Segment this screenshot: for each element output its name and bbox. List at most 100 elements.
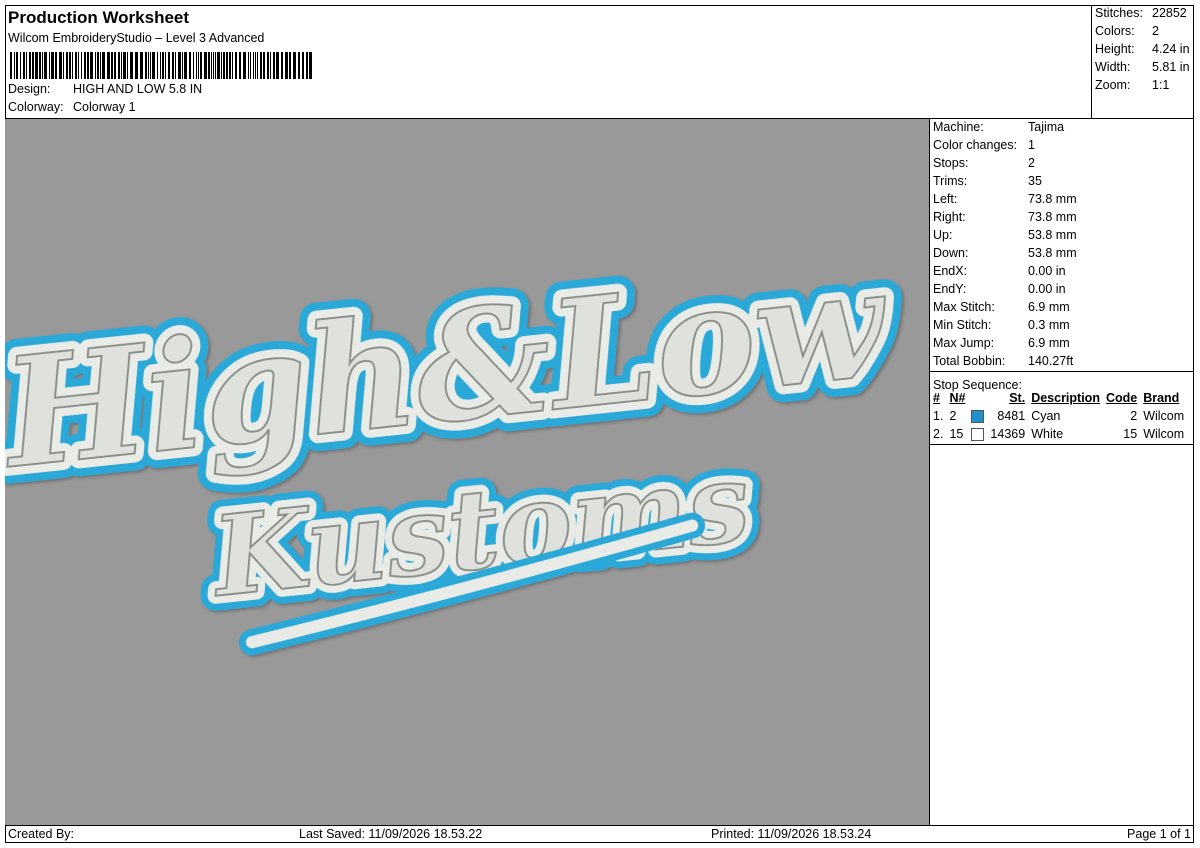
row-description: White <box>1031 427 1064 441</box>
stats-box: Stitches: 22852 Colors: 2 Height: 4.24 in W… <box>1092 5 1194 119</box>
stat-value: 5.81 in <box>1152 60 1190 74</box>
barcode <box>10 52 312 79</box>
col-code: Code <box>1105 391 1138 405</box>
info-endy: EndY: 0.00 in <box>933 282 1066 296</box>
info-endx: EndX: 0.00 in <box>933 264 1066 278</box>
colorway-value: Colorway 1 <box>73 100 136 114</box>
info-value: 53.8 mm <box>1028 246 1077 260</box>
info-label: Machine: <box>933 120 984 134</box>
worksheet-footer: Created By: Last Saved: 11/09/2026 18.53… <box>5 825 1194 843</box>
table-row: 2. 15 14369 White 15 Wilcom <box>930 425 1187 443</box>
info-value: 0.00 in <box>1028 282 1066 296</box>
stop-sequence-table: # N# St. Description Code Brand 1. 2 848… <box>930 389 1187 443</box>
info-label: EndY: <box>933 282 967 296</box>
design-row: Design: HIGH AND LOW 5.8 IN <box>8 82 202 96</box>
row-stitches: 14369 <box>990 427 1026 441</box>
stat-label: Height: <box>1095 42 1135 56</box>
design-preview: High&Low Kustoms High&Low Kustoms High&L… <box>0 119 930 825</box>
info-color-changes: Color changes: 1 <box>933 138 1035 152</box>
colorway-label: Colorway: <box>8 100 64 114</box>
col-brand: Brand <box>1143 391 1180 405</box>
info-machine: Machine: Tajima <box>933 120 1064 134</box>
info-value: 140.27ft <box>1028 354 1074 368</box>
row-description: Cyan <box>1031 409 1061 423</box>
stat-label: Zoom: <box>1095 78 1131 92</box>
row-stitches: 8481 <box>997 409 1026 423</box>
swatch-white <box>971 428 985 442</box>
info-label: EndX: <box>933 264 968 278</box>
swatch-cyan <box>971 410 985 424</box>
stat-value: 1:1 <box>1152 78 1170 92</box>
info-max-jump: Max Jump: 6.9 mm <box>933 336 1070 350</box>
design-value: HIGH AND LOW 5.8 IN <box>73 82 203 96</box>
info-label: Down: <box>933 246 969 260</box>
stat-label: Stitches: <box>1095 6 1143 20</box>
row-brand: Wilcom <box>1143 427 1185 441</box>
row-needle: 2 <box>949 409 957 423</box>
col-index: # <box>933 391 940 405</box>
col-stitches: St. <box>1009 391 1026 405</box>
info-up: Up: 53.8 mm <box>933 228 1077 242</box>
art-line1: High&Low <box>5 234 897 502</box>
row-index: 2. <box>933 427 944 441</box>
info-stops: Stops: 2 <box>933 156 1035 170</box>
table-header-row: # N# St. Description Code Brand <box>930 389 1187 407</box>
table-row: 1. 2 8481 Cyan 2 Wilcom <box>930 407 1187 425</box>
stat-width: Width: 5.81 in <box>1095 60 1190 74</box>
info-min-stitch: Min Stitch: 0.3 mm <box>933 318 1070 332</box>
worksheet-header: Production Worksheet Wilcom EmbroiderySt… <box>5 5 1092 119</box>
stat-colors: Colors: 2 <box>1095 24 1159 38</box>
last-saved: Last Saved: 11/09/2026 18.53.22 <box>299 827 483 841</box>
info-label: Right: <box>933 210 966 224</box>
info-value: 6.9 mm <box>1028 336 1070 350</box>
stat-label: Width: <box>1095 60 1131 74</box>
row-code: 15 <box>1123 427 1138 441</box>
info-max-stitch: Max Stitch: 6.9 mm <box>933 300 1070 314</box>
info-value: 73.8 mm <box>1028 210 1077 224</box>
created-by: Created By: <box>8 827 75 841</box>
info-label: Up: <box>933 228 953 242</box>
design-label: Design: <box>8 82 51 96</box>
info-left: Left: 73.8 mm <box>933 192 1077 206</box>
section-divider <box>930 371 1194 372</box>
info-value: Tajima <box>1028 120 1065 134</box>
info-down: Down: 53.8 mm <box>933 246 1077 260</box>
info-label: Max Stitch: <box>933 300 995 314</box>
color-swatch <box>968 407 987 425</box>
info-label: Total Bobbin: <box>933 354 1006 368</box>
page-title: Production Worksheet <box>8 8 190 27</box>
info-value: 6.9 mm <box>1028 300 1070 314</box>
row-code: 2 <box>1130 409 1138 423</box>
page-number: Page 1 of 1 <box>1127 827 1191 841</box>
info-label: Color changes: <box>933 138 1018 152</box>
software-name: Wilcom EmbroideryStudio – Level 3 Advanc… <box>8 31 265 45</box>
info-label: Stops: <box>933 156 969 170</box>
color-swatch <box>968 425 987 443</box>
info-value: 0.00 in <box>1028 264 1066 278</box>
info-value: 2 <box>1028 156 1035 170</box>
info-value: 73.8 mm <box>1028 192 1077 206</box>
stat-stitches: Stitches: 22852 <box>1095 6 1187 20</box>
stat-value: 4.24 in <box>1152 42 1190 56</box>
colorway-row: Colorway: Colorway 1 <box>8 100 136 114</box>
info-total-bobbin: Total Bobbin: 140.27ft <box>933 354 1073 368</box>
stat-zoom: Zoom: 1:1 <box>1095 78 1169 92</box>
row-index: 1. <box>933 409 944 423</box>
info-label: Left: <box>933 192 958 206</box>
col-needle: N# <box>949 391 966 405</box>
info-value: 35 <box>1028 174 1042 188</box>
info-label: Max Jump: <box>933 336 995 350</box>
row-brand: Wilcom <box>1143 409 1185 423</box>
info-value: 53.8 mm <box>1028 228 1077 242</box>
info-label: Trims: <box>933 174 968 188</box>
info-right: Right: 73.8 mm <box>933 210 1077 224</box>
machine-info-panel: Machine: Tajima Color changes: 1 Stops: 2 T… <box>930 119 1194 825</box>
info-value: 0.3 mm <box>1028 318 1070 332</box>
embroidery-artwork: High&Low Kustoms High&Low Kustoms High&L… <box>0 217 914 656</box>
section-divider <box>930 444 1194 445</box>
printed-date: Printed: 11/09/2026 18.53.24 <box>711 827 872 841</box>
info-trims: Trims: 35 <box>933 174 1042 188</box>
row-needle: 15 <box>949 427 964 441</box>
info-label: Min Stitch: <box>933 318 992 332</box>
info-value: 1 <box>1028 138 1035 152</box>
